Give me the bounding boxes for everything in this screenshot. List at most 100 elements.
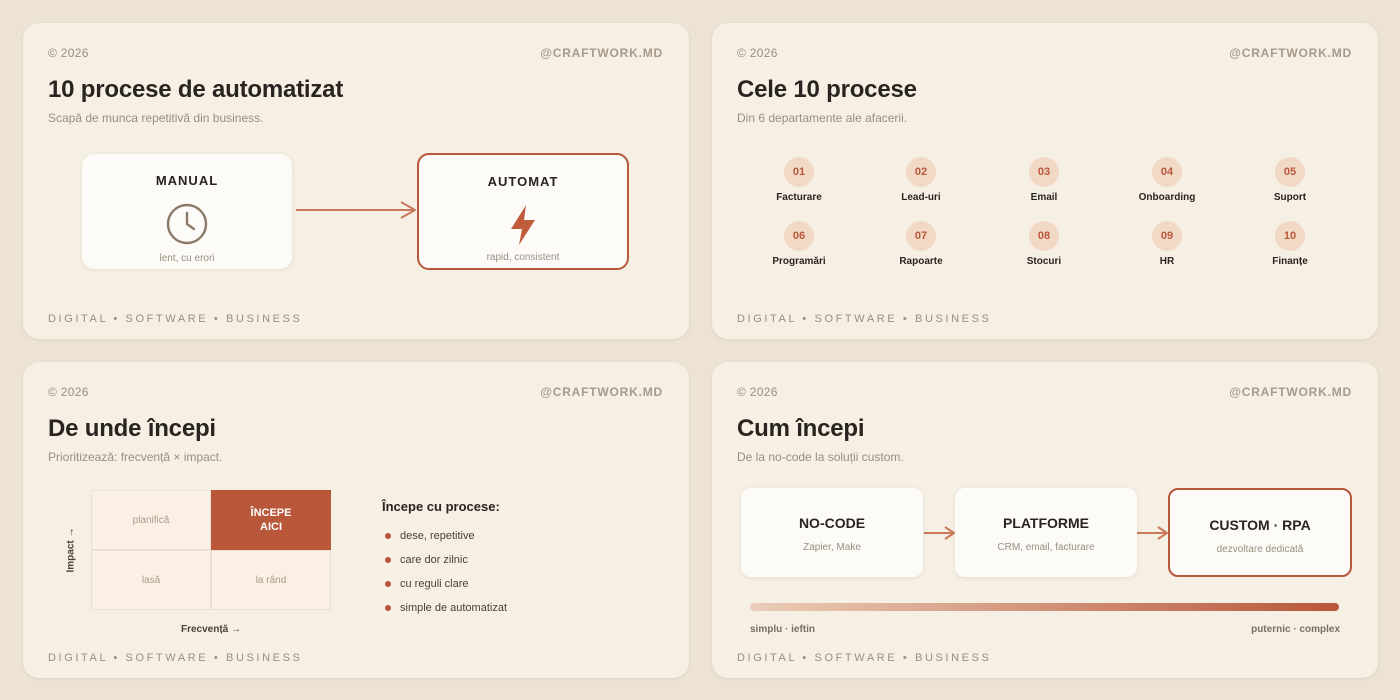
y-axis-label: Impact → — [65, 527, 77, 573]
slide-title: De unde începi — [48, 415, 216, 442]
list-item: care dor zilnic — [385, 554, 507, 578]
step-custom-rpa: CUSTOM · RPA dezvoltare dedicată — [1168, 488, 1352, 577]
step-title: NO-CODE — [798, 515, 866, 531]
matrix-cell-next: la rând — [211, 550, 331, 610]
matrix-cell-start-here: ÎNCEPE AICI — [211, 490, 331, 550]
list-item: simple de automatizat — [385, 602, 507, 626]
copyright-text: © 2026 — [48, 46, 89, 60]
slide-card-automation-intro: © 2026 @CRAFTWORK.MD 10 procese de autom… — [23, 23, 689, 339]
process-label: Lead-uri — [901, 192, 941, 203]
scale-right-label: puternic · complex — [1251, 624, 1340, 635]
step-title: CUSTOM · RPA — [1209, 517, 1311, 533]
list-item-text: care dor zilnic — [400, 554, 468, 566]
slide-card-priority-matrix: © 2026 @CRAFTWORK.MD De unde începi Prio… — [23, 362, 689, 678]
x-axis-label: Frecvență → — [181, 624, 242, 635]
bullet-icon — [385, 533, 391, 539]
process-number: 09 — [1152, 221, 1182, 251]
slide-footer: DIGITAL • SOFTWARE • BUSINESS — [48, 313, 303, 325]
process-label: Finanțe — [1272, 256, 1308, 267]
list-item-text: cu reguli clare — [400, 578, 469, 590]
process-number: 03 — [1029, 157, 1059, 187]
process-label: Facturare — [776, 192, 822, 203]
process-item: 10 Finanțe — [1240, 221, 1340, 267]
step-desc: dezvoltare dedicată — [1216, 544, 1304, 555]
process-label: Suport — [1273, 192, 1307, 203]
bullet-icon — [385, 605, 391, 611]
copyright-text: © 2026 — [737, 385, 778, 399]
process-label: Email — [1030, 192, 1058, 203]
slide-footer: DIGITAL • SOFTWARE • BUSINESS — [737, 652, 992, 664]
process-item: 09 HR — [1117, 221, 1217, 267]
automat-caption: rapid, consistent — [486, 252, 560, 263]
slide-card-processes: © 2026 @CRAFTWORK.MD Cele 10 procese Din… — [712, 23, 1378, 339]
process-item: 08 Stocuri — [994, 221, 1094, 267]
brand-handle: @CRAFTWORK.MD — [540, 46, 663, 60]
complexity-gradient-bar — [750, 603, 1339, 611]
automat-box: AUTOMAT rapid, consistent — [417, 153, 629, 270]
process-number: 10 — [1275, 221, 1305, 251]
list-item: cu reguli clare — [385, 578, 507, 602]
process-item: 04 Onboarding — [1117, 157, 1217, 203]
slide-subtitle: Scapă de munca repetitivă din business. — [48, 111, 264, 125]
process-label: HR — [1159, 256, 1175, 267]
arrow-right-icon — [296, 201, 416, 219]
arrow-right-icon — [924, 526, 955, 540]
lightning-icon — [507, 203, 539, 252]
clock-icon — [165, 202, 209, 251]
list-item-text: dese, repetitive — [400, 530, 475, 542]
process-number: 01 — [784, 157, 814, 187]
slide-footer: DIGITAL • SOFTWARE • BUSINESS — [48, 652, 303, 664]
process-item: 05 Suport — [1240, 157, 1340, 203]
process-label: Onboarding — [1138, 192, 1196, 203]
criteria-list: dese, repetitive care dor zilnic cu regu… — [385, 530, 507, 626]
automat-label: AUTOMAT — [487, 174, 559, 189]
copyright-text: © 2026 — [48, 385, 89, 399]
process-item: 01 Facturare — [749, 157, 849, 203]
brand-handle: @CRAFTWORK.MD — [1229, 385, 1352, 399]
process-number: 04 — [1152, 157, 1182, 187]
process-item: 03 Email — [994, 157, 1094, 203]
step-platforms: PLATFORME CRM, email, facturare — [955, 488, 1137, 577]
brand-handle: @CRAFTWORK.MD — [540, 385, 663, 399]
matrix-cell-plan: planifică — [91, 490, 211, 550]
process-label: Stocuri — [1026, 256, 1062, 267]
process-item: 06 Programări — [749, 221, 849, 267]
process-number: 02 — [906, 157, 936, 187]
priority-matrix: planifică ÎNCEPE AICI lasă la rând — [91, 490, 333, 612]
bullet-icon — [385, 557, 391, 563]
step-no-code: NO-CODE Zapier, Make — [741, 488, 923, 577]
process-label: Rapoarte — [899, 256, 943, 267]
brand-handle: @CRAFTWORK.MD — [1229, 46, 1352, 60]
list-item: dese, repetitive — [385, 530, 507, 554]
process-number: 06 — [784, 221, 814, 251]
slide-subtitle: De la no-code la soluții custom. — [737, 450, 904, 464]
slide-title: 10 procese de automatizat — [48, 76, 344, 103]
manual-box: MANUAL lent, cu erori — [82, 154, 292, 269]
slide-title: Cele 10 procese — [737, 76, 917, 103]
process-label: Programări — [772, 256, 826, 267]
step-desc: CRM, email, facturare — [997, 542, 1095, 553]
matrix-start-line2: AICI — [260, 521, 282, 533]
copyright-text: © 2026 — [737, 46, 778, 60]
slide-footer: DIGITAL • SOFTWARE • BUSINESS — [737, 313, 992, 325]
criteria-list-title: Începe cu procese: — [382, 499, 500, 514]
process-item: 02 Lead-uri — [871, 157, 971, 203]
matrix-start-line1: ÎNCEPE — [250, 507, 292, 519]
slide-subtitle: Prioritizează: frecvență × impact. — [48, 450, 223, 464]
bullet-icon — [385, 581, 391, 587]
slide-subtitle: Din 6 departamente ale afacerii. — [737, 111, 908, 125]
list-item-text: simple de automatizat — [400, 602, 507, 614]
step-title: PLATFORME — [1002, 515, 1090, 531]
scale-left-label: simplu · ieftin — [750, 624, 815, 635]
step-desc: Zapier, Make — [803, 542, 861, 553]
process-number: 05 — [1275, 157, 1305, 187]
process-number: 07 — [906, 221, 936, 251]
process-item: 07 Rapoarte — [871, 221, 971, 267]
manual-caption: lent, cu erori — [159, 253, 215, 264]
matrix-cell-skip: lasă — [91, 550, 211, 610]
process-number: 08 — [1029, 221, 1059, 251]
arrow-right-icon — [1137, 526, 1168, 540]
slide-card-how-to-start: © 2026 @CRAFTWORK.MD Cum începi De la no… — [712, 362, 1378, 678]
slide-title: Cum începi — [737, 415, 865, 442]
manual-label: MANUAL — [155, 173, 219, 188]
